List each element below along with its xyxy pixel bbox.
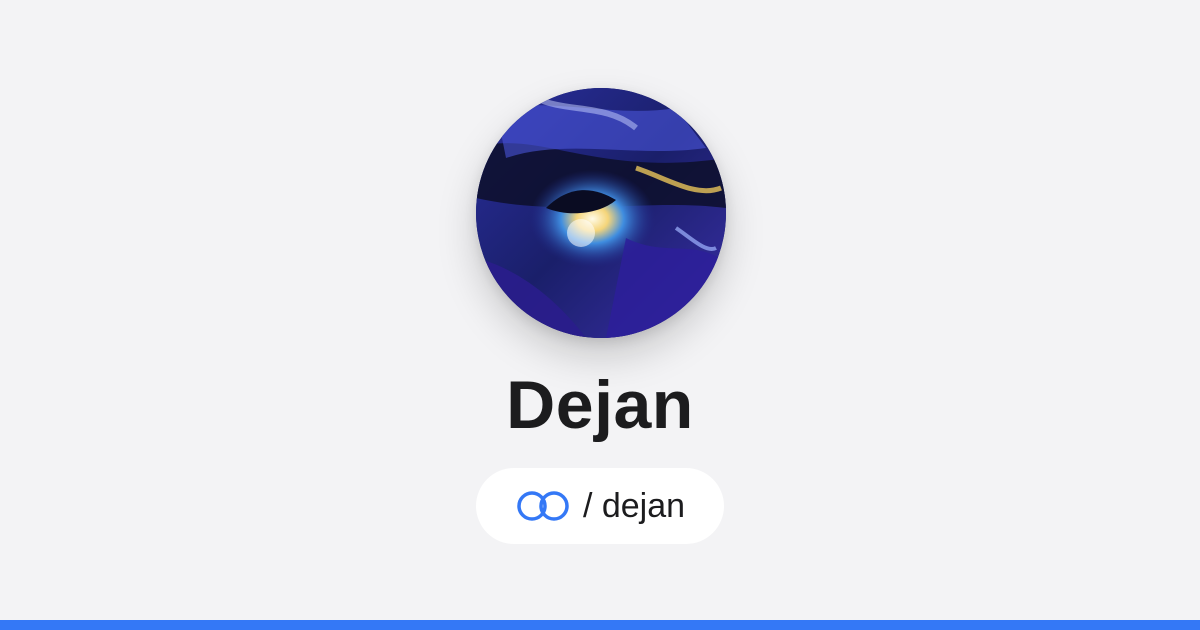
accent-bar	[0, 620, 1200, 630]
profile-handle-text: / dejan	[582, 487, 686, 525]
abstract-painting-avatar-icon	[476, 88, 726, 338]
profile-avatar	[476, 88, 726, 338]
profile-display-name: Dejan	[506, 367, 694, 443]
interlocked-rings-logo-icon	[515, 489, 571, 523]
profile-card: Dejan / dejan	[0, 0, 1200, 620]
profile-handle-link[interactable]: / dejan	[476, 468, 724, 544]
